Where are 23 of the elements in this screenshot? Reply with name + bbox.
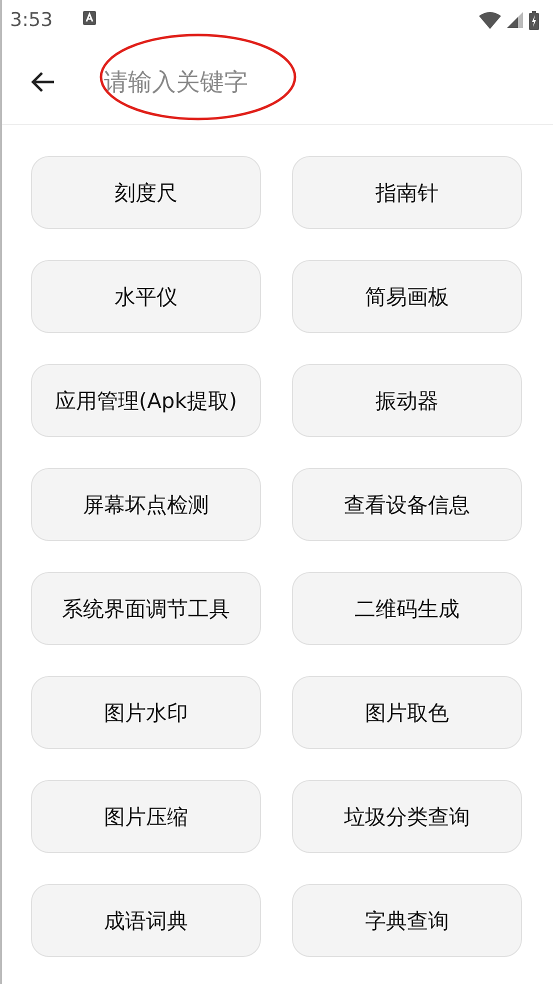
tool-button[interactable]: 简易画板 xyxy=(292,260,522,333)
tool-button[interactable]: 水平仪 xyxy=(31,260,261,333)
tool-button[interactable]: 系统界面调节工具 xyxy=(31,572,261,645)
tool-button[interactable]: 应用管理(Apk提取) xyxy=(31,364,261,437)
battery-icon xyxy=(529,10,539,30)
wifi-icon xyxy=(479,12,501,28)
status-time: 3:53 xyxy=(10,9,53,31)
tool-button[interactable]: 二维码生成 xyxy=(292,572,522,645)
signal-icon xyxy=(507,12,523,28)
tool-button[interactable]: 屏幕坏点检测 xyxy=(31,468,261,541)
search-field[interactable]: 请输入关键字 xyxy=(104,68,404,96)
tool-button[interactable]: 刻度尺 xyxy=(31,156,261,229)
tool-button[interactable]: 振动器 xyxy=(292,364,522,437)
tool-button[interactable]: 图片压缩 xyxy=(31,780,261,853)
tool-button[interactable]: 图片取色 xyxy=(292,676,522,749)
tool-button[interactable]: 指南针 xyxy=(292,156,522,229)
back-arrow-icon xyxy=(30,71,56,93)
notification-icon xyxy=(82,11,96,25)
tool-button[interactable]: 垃圾分类查询 xyxy=(292,780,522,853)
tool-button[interactable]: 查看设备信息 xyxy=(292,468,522,541)
tool-button[interactable]: 成语词典 xyxy=(31,884,261,957)
tool-button[interactable]: 图片水印 xyxy=(31,676,261,749)
tool-button[interactable]: 字典查询 xyxy=(292,884,522,957)
